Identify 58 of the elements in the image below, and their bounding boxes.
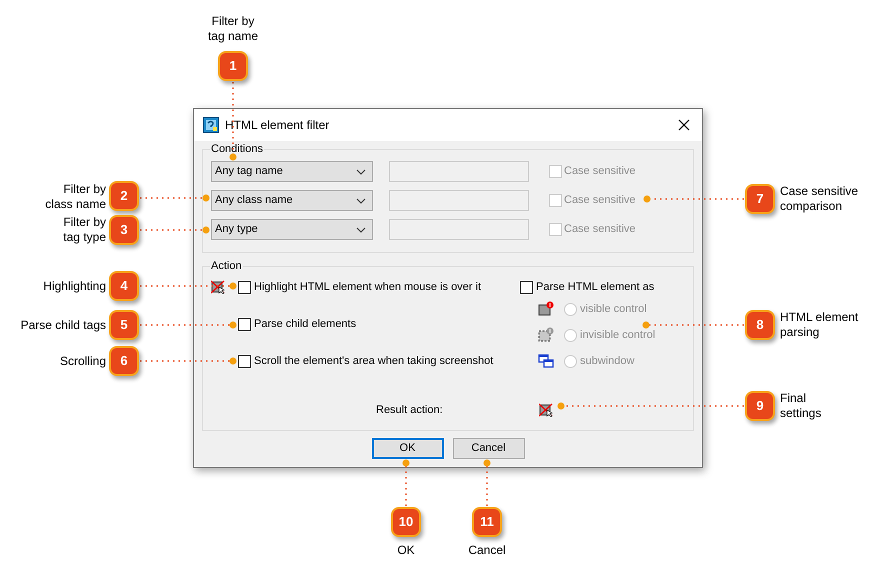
radio-label: invisible control <box>580 328 656 343</box>
box-alert-icon <box>538 301 554 317</box>
leader-line <box>140 194 210 202</box>
chevron-down-icon <box>356 168 366 174</box>
radio-label: visible control <box>580 302 647 317</box>
dropdown[interactable]: Any class name <box>211 190 373 211</box>
step-number-badge: 9 <box>745 391 775 421</box>
crossed-box-icon <box>211 280 225 294</box>
step-number-badge: 1 <box>218 51 248 81</box>
step-number-badge: 6 <box>109 346 139 376</box>
leader-line <box>140 226 210 234</box>
cancel-button[interactable]: Cancel <box>452 438 524 459</box>
step-number-badge: 5 <box>109 310 139 340</box>
radio-label: subwindow <box>580 354 634 369</box>
result-label: Result action: <box>376 403 444 418</box>
chevron-down-icon <box>356 198 366 204</box>
callout-label: Parse child tags <box>20 318 106 333</box>
step-number-badge: 10 <box>391 507 421 537</box>
close-icon <box>678 119 690 131</box>
callout-label: Filter by tag name <box>208 14 258 44</box>
checkbox-label: Parse child elements <box>254 316 356 332</box>
dropdown[interactable]: Any type <box>211 219 373 240</box>
checkbox-label: Parse HTML element as <box>536 280 654 295</box>
callout-label: Filter by tag type <box>63 215 106 245</box>
step-number-badge: 7 <box>745 184 775 214</box>
step-number-badge: 4 <box>109 271 139 301</box>
chevron-down-icon <box>356 226 366 232</box>
checkbox-label: Scroll the element's area when taking screenshot <box>254 354 494 369</box>
checkbox[interactable] <box>238 280 251 294</box>
checkbox-label: Case sensitive <box>564 164 636 180</box>
callout-label: Final settings <box>780 391 822 421</box>
close-button[interactable] <box>676 117 692 133</box>
step-number-badge: 3 <box>109 215 139 245</box>
checkbox-label: Case sensitive <box>564 222 636 238</box>
checkbox-label: Case sensitive <box>564 193 636 208</box>
checkbox[interactable] <box>238 318 251 330</box>
callout-label: Filter by class name <box>45 182 106 212</box>
app-icon <box>203 117 219 133</box>
dashed-box-icon <box>538 327 554 343</box>
callout-label: HTML element parsing <box>780 310 858 340</box>
leader-line <box>402 460 410 506</box>
windows-icon <box>538 353 554 369</box>
crossed-box-icon <box>539 403 553 418</box>
step-number-badge: 2 <box>109 181 139 211</box>
leader-line <box>484 460 490 506</box>
callout-label: Scrolling <box>60 354 106 369</box>
checkbox[interactable] <box>238 354 251 368</box>
window-title: HTML element filter <box>225 117 330 134</box>
checkbox-label: Highlight HTML element when mouse is over it <box>254 280 482 295</box>
ok-button[interactable]: OK <box>372 438 444 459</box>
dropdown[interactable]: Any tag name <box>211 161 373 182</box>
callout-label: OK <box>397 543 415 558</box>
callout-label: Cancel <box>468 543 506 558</box>
callout-label: Highlighting <box>43 279 106 294</box>
step-number-badge: 11 <box>472 507 502 537</box>
checkbox[interactable] <box>520 280 533 294</box>
step-number-badge: 8 <box>745 310 775 340</box>
callout-label: Case sensitive comparison <box>780 184 858 214</box>
